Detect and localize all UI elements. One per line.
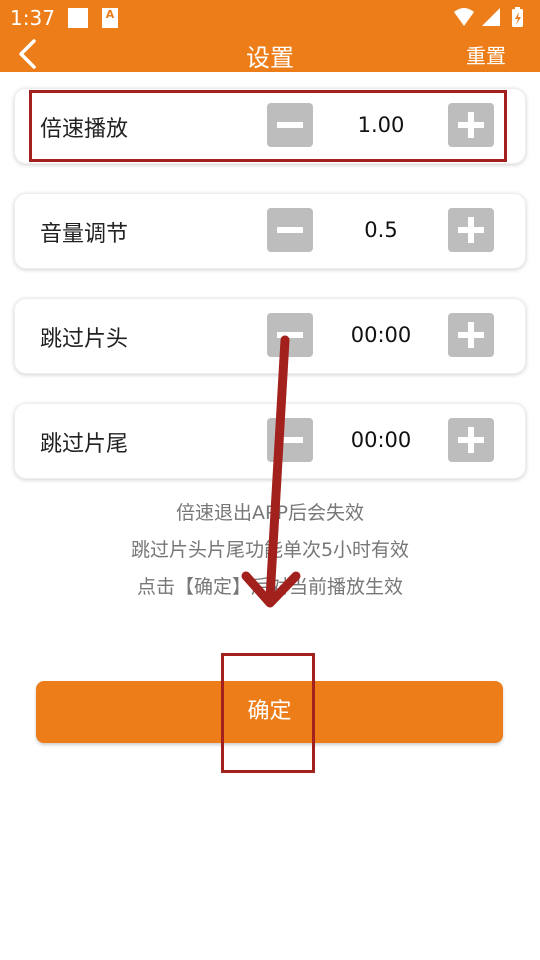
annotation-box-speed (29, 90, 507, 162)
plus-icon (458, 322, 484, 348)
annotation-box-confirm (221, 653, 315, 773)
a-badge-icon: A (102, 8, 118, 28)
setting-label: 跳过片头 (40, 327, 129, 352)
note-line: 点击【确定】后对当前播放生效 (136, 576, 403, 598)
square-icon (68, 8, 88, 28)
status-time: 1:37 (10, 6, 55, 30)
plus-icon (458, 427, 484, 453)
setting-value: 0.5 (364, 218, 398, 242)
setting-value: 00:00 (350, 323, 412, 347)
increase-button[interactable] (448, 418, 494, 462)
decrease-button[interactable] (267, 313, 313, 357)
minus-icon (277, 227, 303, 233)
note-line: 跳过片头片尾功能单次5小时有效 (130, 539, 410, 561)
page-title: 设置 (246, 44, 294, 72)
setting-value: 00:00 (350, 428, 412, 452)
minus-icon (277, 437, 303, 443)
setting-card-skip-intro: 跳过片头 00:00 (14, 298, 526, 374)
minus-icon (277, 332, 303, 338)
setting-card-skip-outro: 跳过片尾 00:00 (14, 403, 526, 479)
status-icons (454, 7, 523, 27)
increase-button[interactable] (448, 313, 494, 357)
note-line: 倍速退出APP后会失效 (176, 502, 364, 524)
signal-icon (482, 8, 500, 26)
plus-icon (458, 217, 484, 243)
wifi-icon (454, 8, 474, 26)
setting-label: 音量调节 (40, 222, 129, 247)
setting-label: 跳过片尾 (40, 432, 129, 457)
setting-card-volume: 音量调节 0.5 (14, 193, 526, 269)
decrease-button[interactable] (267, 208, 313, 252)
notes-text: 倍速退出APP后会失效 跳过片头片尾功能单次5小时有效 点击【确定】后对当前播放… (0, 495, 540, 606)
reset-button[interactable]: 重置 (466, 40, 506, 69)
status-bar: 1:37 A (0, 0, 540, 36)
battery-icon (512, 7, 523, 27)
increase-button[interactable] (448, 208, 494, 252)
decrease-button[interactable] (267, 418, 313, 462)
app-header: 设置 重置 (0, 36, 540, 72)
